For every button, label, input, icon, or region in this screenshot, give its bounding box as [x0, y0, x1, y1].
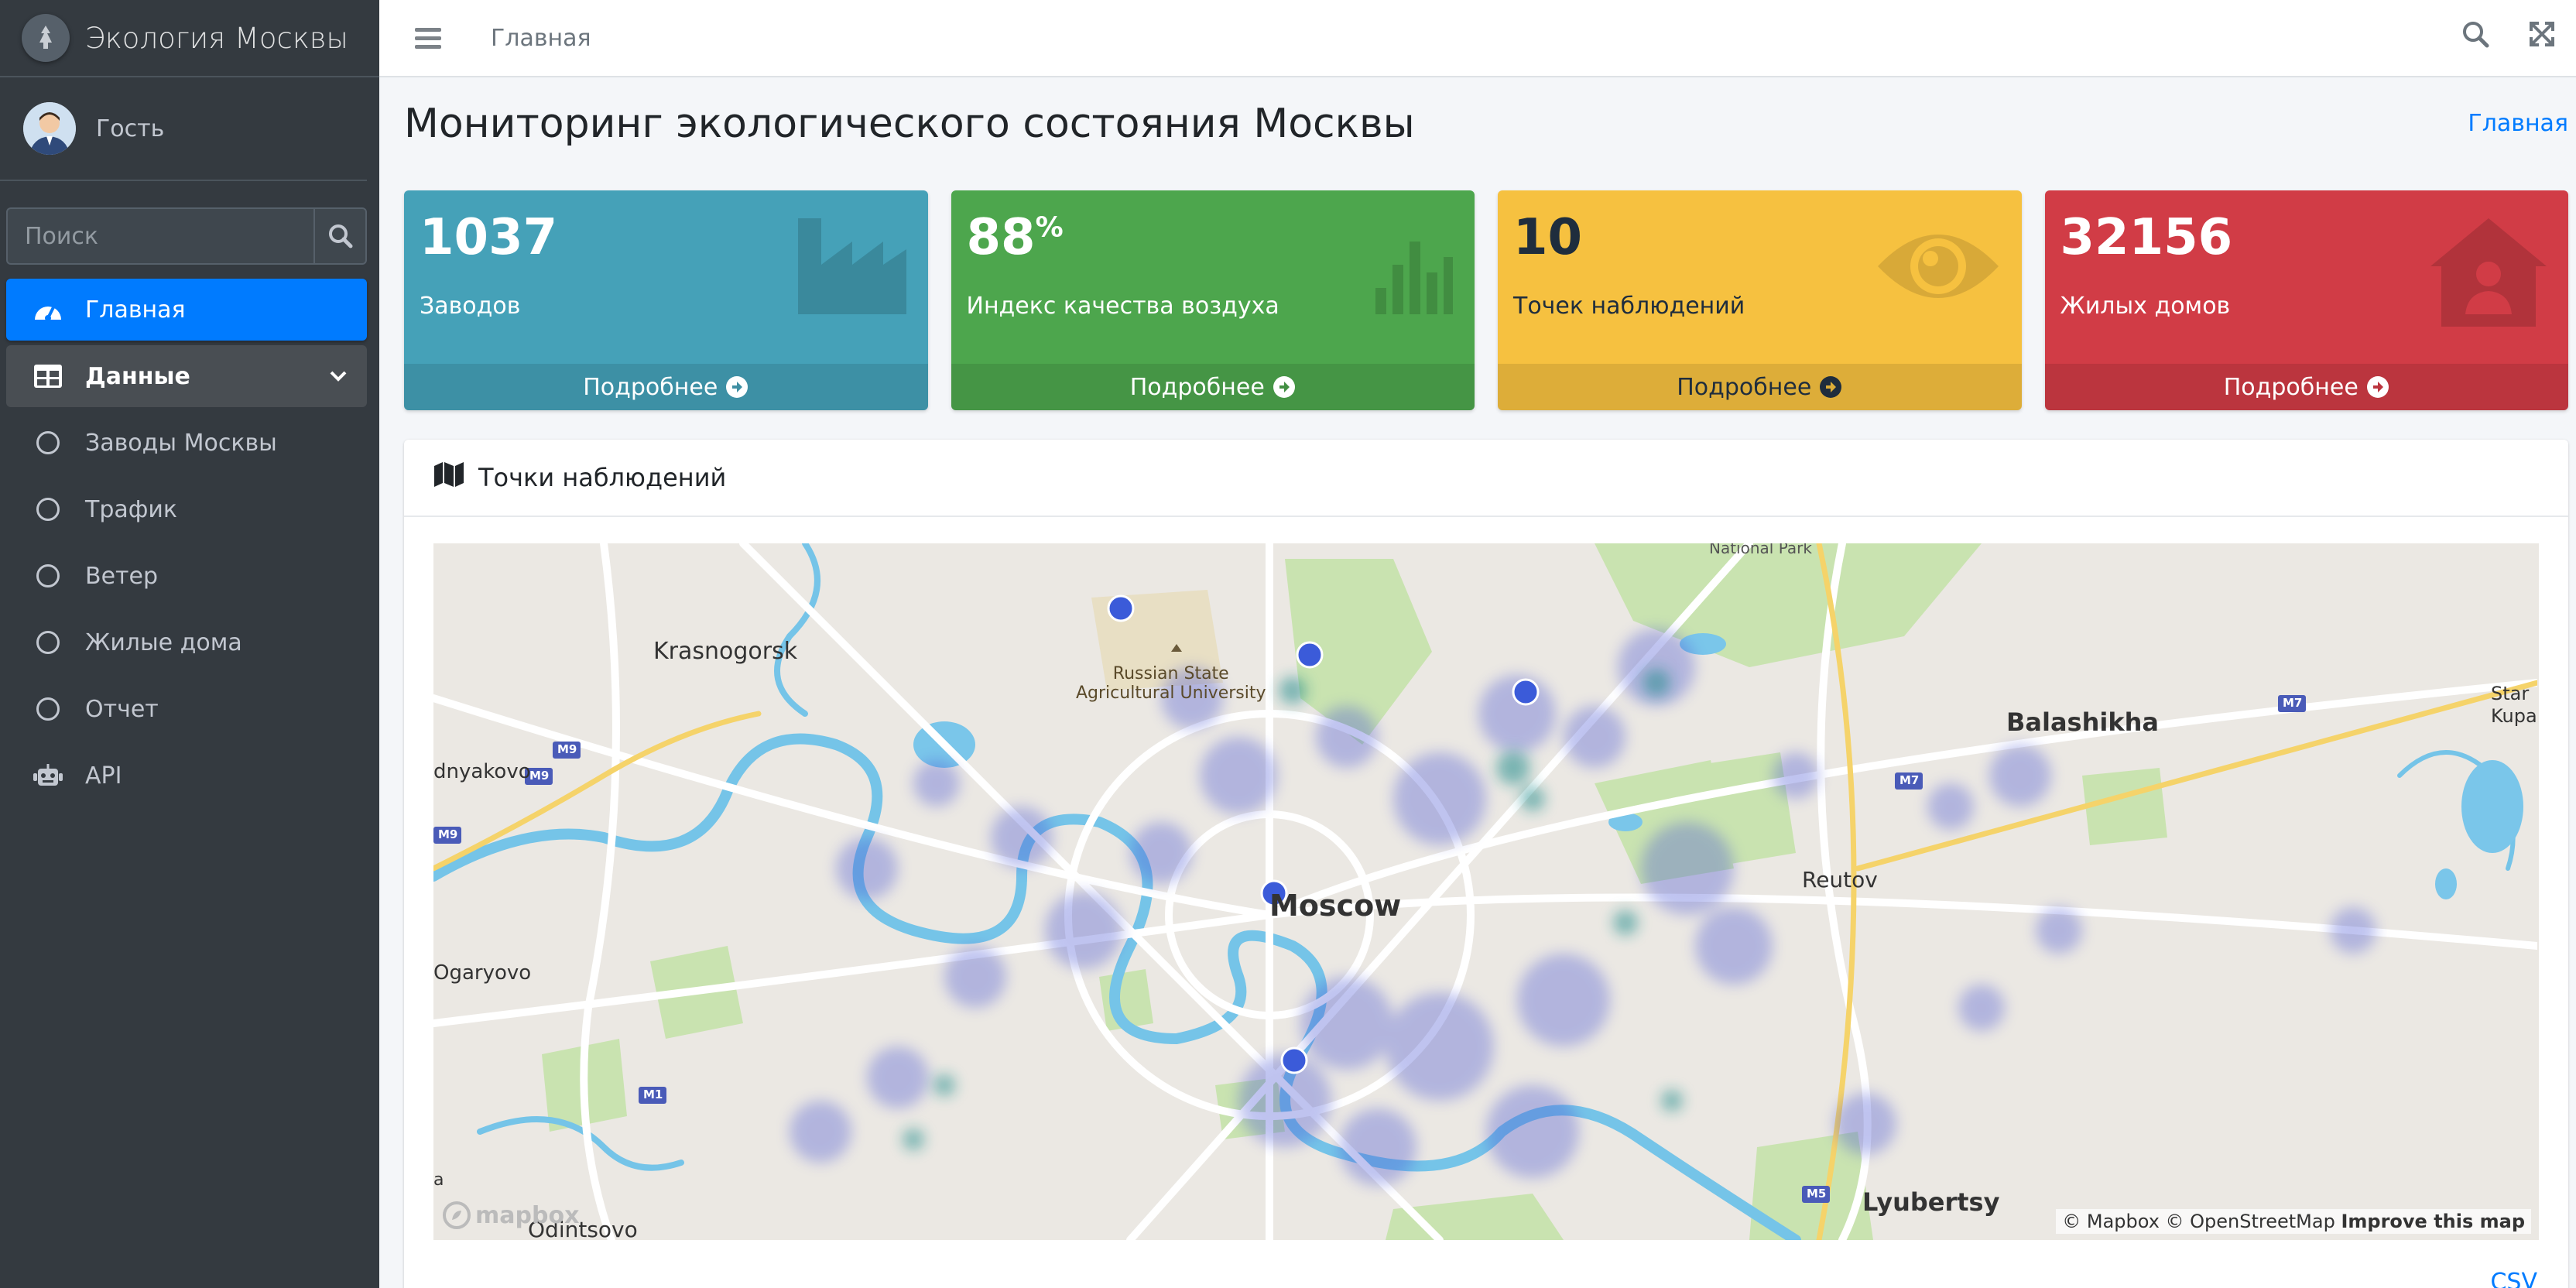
- stat-label: Индекс качества воздуха: [966, 293, 1279, 320]
- highway-shield-m9: M9: [438, 827, 458, 841]
- brand-link[interactable]: Экология Москвы: [0, 0, 379, 77]
- stat-label: Точек наблюдений: [1513, 293, 1745, 320]
- stat-box-factories: 1037 Заводов Подробнее: [404, 190, 928, 410]
- highway-shield-m7: M7: [2283, 696, 2303, 710]
- map-card: Точки наблюдений Moscow Krasnogorsk Bala…: [404, 440, 2568, 1288]
- fullscreen-icon[interactable]: [2526, 19, 2557, 50]
- industry-icon: [797, 218, 906, 317]
- sidebar-item-report[interactable]: Отчет: [6, 678, 367, 740]
- map-icon: [433, 461, 464, 494]
- search-icon: [328, 224, 352, 248]
- more-info-link[interactable]: Подробнее: [1498, 364, 2022, 410]
- sidebar-item-label: Жилые дома: [85, 629, 242, 656]
- map-label-moscow: Moscow: [1269, 889, 1402, 923]
- map-card-header: Точки наблюдений: [404, 440, 2568, 517]
- search-icon[interactable]: [2460, 19, 2491, 50]
- stat-label: Заводов: [420, 293, 521, 320]
- sidebar-search: [6, 207, 367, 265]
- sidebar-item-label: Отчет: [85, 695, 159, 723]
- highway-shield-m1: M1: [643, 1088, 663, 1101]
- user-name[interactable]: Гость: [96, 115, 164, 142]
- more-info-link[interactable]: Подробнее: [2044, 364, 2568, 410]
- stat-box-houses: 32156 Жилых домов Подробнее: [2044, 190, 2568, 410]
- arrow-circle-right-icon: [1820, 376, 1842, 398]
- menu-toggle-icon[interactable]: [415, 23, 441, 53]
- sidebar-item-label: Ветер: [85, 562, 159, 590]
- arrow-circle-right-icon: [726, 376, 748, 398]
- robot-icon: [33, 762, 63, 789]
- map-label-national-park: National Park: [1709, 543, 1812, 557]
- sidebar-nav: Главная Данные Заводы Москвы Трафик Вете…: [0, 279, 379, 807]
- stat-box-observation-points: 10 Точек наблюдений Подробнее: [1498, 190, 2022, 410]
- avatar: [23, 102, 76, 155]
- search-input[interactable]: [6, 207, 313, 265]
- arrow-circle-right-icon: [1273, 376, 1295, 398]
- sidebar-item-home[interactable]: Главная: [6, 279, 367, 341]
- stat-box-air-quality: 88% Индекс качества воздуха Подробнее: [951, 190, 1475, 410]
- sidebar-item-api[interactable]: API: [6, 745, 367, 807]
- map-card-title: Точки наблюдений: [478, 463, 727, 492]
- map-attribution[interactable]: © Mapbox © OpenStreetMap Improve this ma…: [2056, 1209, 2531, 1234]
- table-icon: [33, 364, 63, 389]
- bar-chart-icon: [1375, 218, 1453, 317]
- map-label-dnyakovo: dnyakovo: [433, 760, 531, 783]
- map-label-krasnogorsk: Krasnogorsk: [653, 638, 798, 665]
- sidebar-item-wind[interactable]: Ветер: [6, 545, 367, 607]
- brand-title: Экология Москвы: [85, 21, 348, 55]
- map-label-balashikha: Balashikha: [2006, 707, 2159, 737]
- topbar-home-link[interactable]: Главная: [491, 25, 591, 52]
- stat-value: 1037: [420, 209, 558, 266]
- circle-icon: [36, 697, 60, 721]
- sidebar-item-label: Трафик: [85, 495, 178, 523]
- circle-icon: [36, 498, 60, 521]
- map-label-ogaryovo: Ogaryovo: [433, 961, 532, 985]
- stat-value: 10: [1513, 209, 1583, 266]
- content: Мониторинг экологического состояния Моск…: [379, 77, 2576, 1288]
- topbar-actions: [2460, 19, 2557, 50]
- map-label-university: Russian State Agricultural University: [1076, 664, 1266, 704]
- chevron-down-icon: [328, 365, 348, 392]
- page-title: Мониторинг экологического состояния Моск…: [404, 101, 1415, 147]
- csv-link[interactable]: CSV: [2490, 1269, 2537, 1288]
- stat-value: 32156: [2060, 209, 2233, 266]
- sidebar: Экология Москвы Гость Главная Данные: [0, 0, 379, 1288]
- house-user-icon: [2430, 218, 2547, 330]
- sidebar-item-label: Данные: [85, 362, 190, 390]
- stat-label: Жилых домов: [2060, 293, 2231, 320]
- sidebar-item-houses[interactable]: Жилые дома: [6, 611, 367, 673]
- tachometer-icon: [33, 296, 63, 323]
- eye-icon: [1876, 218, 2000, 317]
- highway-shield-m9: M9: [557, 742, 577, 756]
- highway-shield-m5: M5: [1807, 1187, 1827, 1201]
- sidebar-item-data[interactable]: Данные: [6, 345, 367, 407]
- highway-shield-m9: M9: [529, 769, 550, 783]
- mapbox-logo-icon: [443, 1201, 471, 1229]
- sidebar-item-label: Заводы Москвы: [85, 429, 277, 457]
- highway-shield-m7: M7: [1899, 773, 1920, 787]
- more-info-link[interactable]: Подробнее: [951, 364, 1475, 410]
- more-info-link[interactable]: Подробнее: [404, 364, 928, 410]
- map-label-reutov: Reutov: [1802, 867, 1878, 892]
- stat-boxes: 1037 Заводов Подробнее 88% Индекс качест…: [404, 190, 2568, 410]
- stat-value: 88%: [966, 209, 1064, 266]
- search-button[interactable]: [313, 207, 367, 265]
- sidebar-item-label: API: [85, 762, 122, 790]
- map-label-lyubertsy: Lyubertsy: [1862, 1187, 2000, 1217]
- circle-icon: [36, 564, 60, 587]
- brand-logo-icon: [22, 14, 70, 62]
- map-label-star: Star Kupa: [2491, 683, 2537, 727]
- sidebar-item-label: Главная: [85, 296, 186, 324]
- arrow-circle-right-icon: [2366, 376, 2389, 398]
- circle-icon: [36, 431, 60, 454]
- breadcrumb[interactable]: Главная: [2468, 110, 2568, 137]
- mapbox-logo[interactable]: mapbox: [443, 1201, 579, 1229]
- user-panel[interactable]: Гость: [0, 77, 367, 181]
- circle-icon: [36, 631, 60, 654]
- sidebar-item-factories[interactable]: Заводы Москвы: [6, 412, 367, 474]
- improve-map-link[interactable]: Improve this map: [2341, 1211, 2525, 1232]
- observation-map[interactable]: Moscow Krasnogorsk Balashikha Reutov Lyu…: [433, 543, 2539, 1240]
- map-label-a: a: [433, 1170, 444, 1190]
- sidebar-item-traffic[interactable]: Трафик: [6, 478, 367, 540]
- topbar: Главная: [379, 0, 2576, 77]
